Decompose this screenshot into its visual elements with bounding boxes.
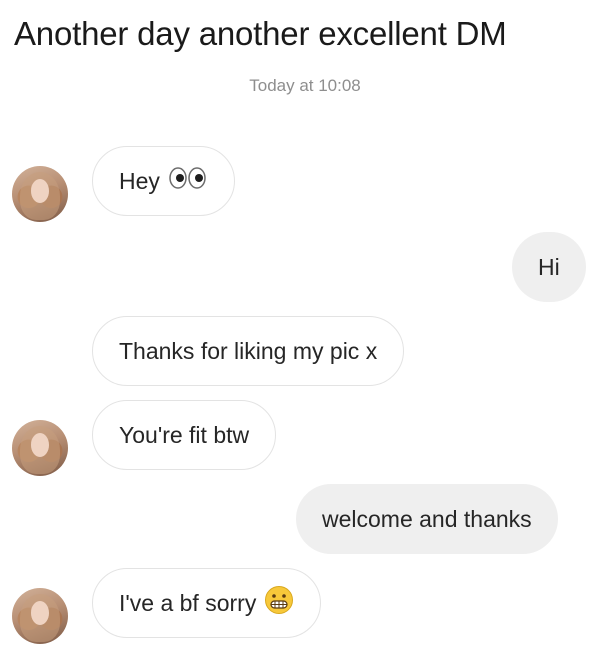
message-timestamp: Today at 10:08 [249,76,361,95]
eyes-emoji [168,167,208,195]
sender-avatar[interactable] [12,166,68,222]
outgoing-message-bubble[interactable]: welcome and thanks [296,484,558,554]
incoming-message-bubble[interactable]: You're fit btw [92,400,277,470]
message-text: I've a bf sorry [119,589,257,616]
incoming-message-bubble[interactable]: Thanks for liking my pic x [92,316,405,386]
grimacing-face-emoji [264,585,294,621]
outgoing-message-bubble[interactable]: Hi [512,232,586,302]
message-text: Hey [119,167,160,194]
sender-avatar[interactable] [12,588,68,644]
sender-avatar[interactable] [12,420,68,476]
incoming-message-bubble[interactable]: Hey [92,146,235,216]
message-text: Hi [538,253,560,280]
message-text: welcome and thanks [322,505,532,532]
post-caption: Another day another excellent DM [14,15,507,52]
message-text: You're fit btw [119,421,250,448]
message-text: Thanks for liking my pic x [119,337,378,364]
incoming-message-bubble[interactable]: I've a bf sorry [92,568,322,638]
